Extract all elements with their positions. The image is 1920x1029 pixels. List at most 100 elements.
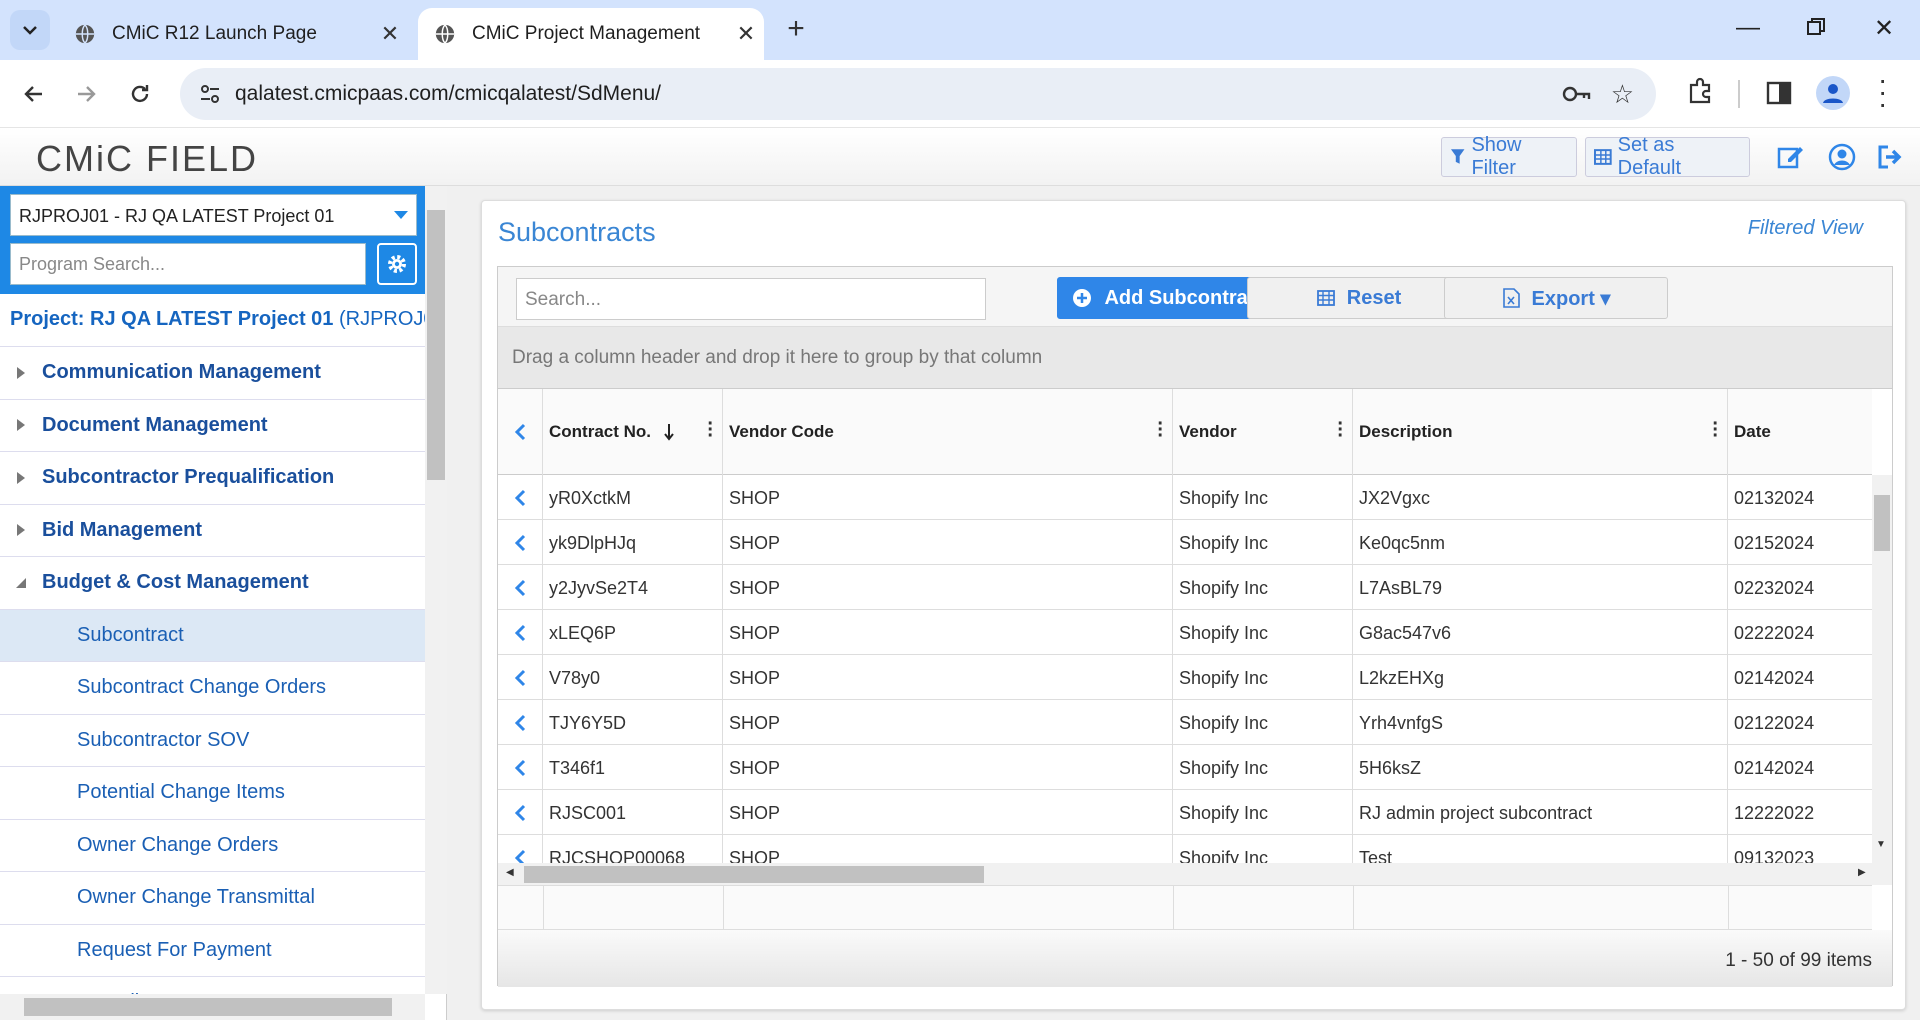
group-by-drop-area[interactable]: Drag a column header and drop it here to… xyxy=(498,327,1892,389)
close-tab-icon[interactable]: ✕ xyxy=(728,21,764,47)
menu-group-communication-management[interactable]: Communication Management xyxy=(0,346,425,399)
sort-descending-icon[interactable] xyxy=(663,423,675,441)
profile-avatar[interactable] xyxy=(1816,76,1850,110)
column-menu-icon[interactable]: · · · xyxy=(707,414,714,446)
column-header-vendor[interactable]: Vendor · · · xyxy=(1173,389,1353,475)
menu-group-document-management[interactable]: Document Management xyxy=(0,398,425,452)
back-icon[interactable] xyxy=(18,78,50,110)
sidebar-vertical-scroll-thumb[interactable] xyxy=(427,210,445,480)
forward-icon[interactable] xyxy=(70,78,102,110)
menu-group-budget-cost-management[interactable]: Budget & Cost Management xyxy=(0,556,425,609)
show-filter-button[interactable]: Show Filter xyxy=(1441,134,1577,179)
logout-icon[interactable] xyxy=(1876,143,1904,171)
chevron-left-icon[interactable] xyxy=(514,759,526,777)
user-profile-icon[interactable] xyxy=(1828,143,1856,171)
row-expand-cell[interactable] xyxy=(498,475,543,520)
table-row[interactable]: y2JyvSe2T4 SHOP Shopify Inc L7AsBL79 0223202… xyxy=(498,565,1872,610)
bookmark-star-icon[interactable]: ☆ xyxy=(1611,79,1634,110)
table-row[interactable]: T346f1 SHOP Shopify Inc 5H6ksZ 02142024 xyxy=(498,745,1872,790)
sidebar: RJPROJ01 - RJ QA LATEST Project 01 Progr… xyxy=(0,186,447,1020)
column-header-date[interactable]: Date xyxy=(1728,389,1872,475)
grid-horizontal-scroll-thumb[interactable] xyxy=(524,866,984,883)
settings-button[interactable] xyxy=(377,243,417,285)
sidebar-horizontal-scroll-thumb[interactable] xyxy=(24,998,392,1016)
menu-item-owner-change-orders[interactable]: Owner Change Orders xyxy=(0,818,425,872)
menu-item-potential-change-items[interactable]: Potential Change Items xyxy=(0,766,425,819)
chevron-left-icon[interactable] xyxy=(514,534,526,552)
row-expand-cell[interactable] xyxy=(498,610,543,655)
row-expand-cell[interactable] xyxy=(498,790,543,835)
password-key-icon[interactable] xyxy=(1562,81,1592,107)
column-header-description[interactable]: Description · · · xyxy=(1353,389,1728,475)
browser-menu-icon[interactable]: · · · xyxy=(1878,66,1887,118)
close-tab-icon[interactable]: ✕ xyxy=(372,21,408,47)
site-settings-icon[interactable] xyxy=(198,82,222,106)
minimize-icon[interactable]: — xyxy=(1736,14,1760,42)
menu-item-subcontract-change-orders[interactable]: Subcontract Change Orders xyxy=(0,661,425,714)
browser-tab-launch[interactable]: CMiC R12 Launch Page ✕ xyxy=(58,8,408,60)
reset-button[interactable]: Reset xyxy=(1247,277,1471,319)
export-button[interactable]: Export ▾ xyxy=(1444,277,1668,319)
table-cell: SHOP xyxy=(723,520,1173,565)
side-panel-icon[interactable] xyxy=(1766,80,1792,106)
table-row[interactable]: TJY6Y5D SHOP Shopify Inc Yrh4vnfgS 02122024 xyxy=(498,700,1872,745)
set-default-label: Set as Default xyxy=(1617,134,1682,179)
column-header-vendor-code[interactable]: Vendor Code · · · xyxy=(723,389,1173,475)
table-row[interactable]: yk9DlpHJq SHOP Shopify Inc Ke0qc5nm 02152024 xyxy=(498,520,1872,565)
menu-group-label: Communication Management xyxy=(42,361,321,384)
row-expand-cell[interactable] xyxy=(498,745,543,790)
filtered-view-link[interactable]: Filtered View xyxy=(1748,217,1863,240)
project-select[interactable]: RJPROJ01 - RJ QA LATEST Project 01 xyxy=(10,194,417,236)
row-expand-cell[interactable] xyxy=(498,835,543,863)
tab-search-button[interactable] xyxy=(10,10,50,50)
table-row[interactable]: yR0XctkM SHOP Shopify Inc JX2Vgxc 02132024 xyxy=(498,475,1872,520)
menu-group-bid-management[interactable]: Bid Management xyxy=(0,503,425,557)
new-tab-icon[interactable]: + xyxy=(778,12,814,46)
menu-item-subcontractor-sov[interactable]: Subcontractor SOV xyxy=(0,713,425,767)
dropdown-caret-icon[interactable] xyxy=(394,211,408,219)
menu-item-subcontract[interactable]: Subcontract xyxy=(0,608,425,661)
extensions-icon[interactable] xyxy=(1686,77,1714,105)
chevron-left-icon[interactable] xyxy=(514,624,526,642)
table-cell: G8ac547v6 xyxy=(1353,610,1728,655)
chevron-left-icon[interactable] xyxy=(514,669,526,687)
chevron-left-icon[interactable] xyxy=(514,714,526,732)
restore-icon[interactable] xyxy=(1806,16,1826,44)
reload-icon[interactable] xyxy=(124,78,156,110)
chevron-left-icon[interactable] xyxy=(514,579,526,597)
omnibox[interactable]: qalatest.cmicpaas.com/cmicqalatest/SdMen… xyxy=(180,68,1656,120)
menu-item-request-for-payment[interactable]: Request For Payment xyxy=(0,923,425,977)
table-cell: Shopify Inc xyxy=(1173,655,1353,700)
chevron-left-icon[interactable] xyxy=(514,489,526,507)
close-window-icon[interactable]: ✕ xyxy=(1874,14,1894,43)
grid-search-input[interactable]: Search... xyxy=(516,278,986,320)
row-expand-cell[interactable] xyxy=(498,655,543,700)
chevron-left-icon[interactable] xyxy=(514,804,526,822)
column-header-contract-no[interactable]: Contract No. · · · xyxy=(543,389,723,475)
scroll-down-arrow-icon[interactable]: ▼ xyxy=(1876,839,1886,850)
scroll-right-arrow-icon[interactable]: ▶ xyxy=(1858,867,1866,878)
table-row[interactable]: RJCSHOP00068 SHOP Shopify Inc Test 09132023 xyxy=(498,835,1872,863)
grid-vertical-scroll-thumb[interactable] xyxy=(1874,495,1890,551)
chevron-left-icon[interactable] xyxy=(514,849,526,864)
menu-group-subcontractor-prequalification[interactable]: Subcontractor Prequalification xyxy=(0,451,425,504)
menu-item-owner-change-transmittal[interactable]: Owner Change Transmittal xyxy=(0,871,425,924)
column-menu-icon[interactable]: · · · xyxy=(1712,414,1719,446)
table-cell: 02132024 xyxy=(1734,488,1815,508)
edit-icon[interactable] xyxy=(1776,143,1804,171)
row-expand-cell[interactable] xyxy=(498,565,543,610)
caret-right-icon xyxy=(17,419,25,432)
column-menu-icon[interactable]: · · · xyxy=(1337,414,1344,446)
table-row[interactable]: xLEQ6P SHOP Shopify Inc G8ac547v6 02222024 xyxy=(498,610,1872,655)
url-text[interactable]: qalatest.cmicpaas.com/cmicqalatest/SdMen… xyxy=(235,82,661,106)
browser-tab-project-management[interactable]: CMiC Project Management ✕ xyxy=(418,8,764,60)
program-search-input[interactable]: Program Search... xyxy=(10,243,366,285)
table-row[interactable]: V78y0 SHOP Shopify Inc L2kzEHXg 02142024 xyxy=(498,655,1872,700)
scroll-left-arrow-icon[interactable]: ◀ xyxy=(506,867,514,878)
set-as-default-button[interactable]: Set as Default xyxy=(1585,134,1750,179)
chevron-left-icon[interactable] xyxy=(514,423,526,441)
row-expand-cell[interactable] xyxy=(498,700,543,745)
column-menu-icon[interactable]: · · · xyxy=(1157,414,1164,446)
row-expand-cell[interactable] xyxy=(498,520,543,565)
table-row[interactable]: RJSC001 SHOP Shopify Inc RJ admin project s… xyxy=(498,790,1872,835)
